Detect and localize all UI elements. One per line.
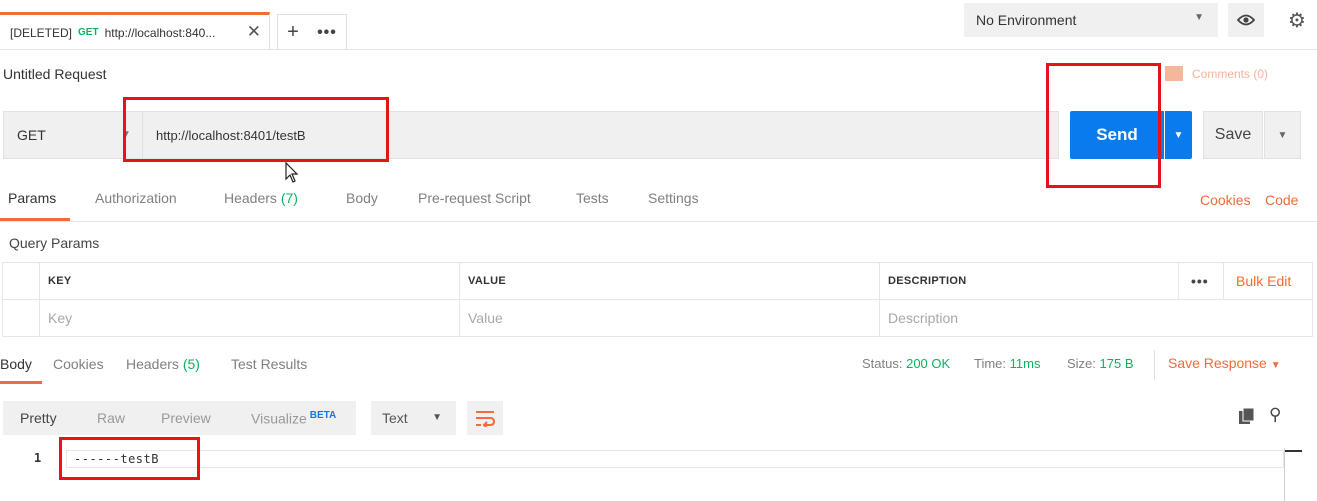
tab-deleted-prefix: [DELETED]: [10, 25, 73, 40]
copy-icon[interactable]: [1238, 407, 1256, 425]
more-tabs-icon[interactable]: •••: [317, 24, 337, 42]
chevron-down-icon: ▼: [1270, 360, 1281, 371]
code-line-highlight: [66, 450, 1284, 468]
url-input[interactable]: http://localhost:8401/testB: [143, 111, 1059, 159]
column-divider: [1223, 263, 1224, 299]
tab-label: http://localhost:840...: [104, 25, 216, 40]
status-label: Status:: [862, 356, 903, 371]
value-input[interactable]: Value: [460, 299, 879, 336]
response-tab-cookies[interactable]: Cookies: [53, 356, 104, 372]
mouse-cursor-icon: [285, 162, 299, 183]
column-key: KEY: [48, 275, 72, 287]
wrap-lines-button[interactable]: [467, 401, 503, 435]
method-value: GET: [17, 127, 46, 143]
column-divider: [1178, 263, 1179, 299]
new-tab-controls: + •••: [277, 14, 347, 50]
method-select[interactable]: GET ▼: [3, 111, 143, 159]
tab-headers-label: Headers: [224, 190, 277, 206]
code-link[interactable]: Code: [1265, 192, 1298, 208]
format-visualize-label: Visualize: [251, 410, 307, 427]
gear-icon: ⚙: [1288, 9, 1306, 32]
environment-select[interactable]: No Environment ▼: [964, 3, 1218, 37]
format-visualize[interactable]: Visualize BETA: [251, 410, 336, 427]
search-icon[interactable]: ⚲: [1269, 405, 1281, 425]
response-tab-headers-label: Headers: [126, 356, 179, 372]
tab-params[interactable]: Params: [8, 190, 56, 206]
eye-icon: [1237, 14, 1255, 26]
chevron-down-icon: ▼: [432, 412, 442, 423]
time-value: 11ms: [1009, 356, 1041, 371]
key-input[interactable]: Key: [40, 299, 459, 336]
environment-selected-value: No Environment: [976, 12, 1077, 28]
save-response-label: Save Response: [1168, 355, 1267, 371]
size-value: 175 B: [1099, 356, 1134, 371]
response-headers-count: (5): [182, 356, 200, 372]
size-label: Size:: [1067, 356, 1096, 371]
editor-scrollbar[interactable]: [1284, 448, 1302, 501]
save-response-button[interactable]: Save Response ▼: [1168, 355, 1281, 371]
time-label: Time:: [974, 356, 1007, 371]
chevron-down-icon: ▼: [121, 129, 131, 140]
headers-count: (7): [280, 190, 298, 206]
params-more-icon[interactable]: •••: [1183, 263, 1209, 299]
close-tab-icon[interactable]: ✕: [247, 22, 261, 42]
tab-authorization[interactable]: Authorization: [95, 190, 177, 206]
response-format-select[interactable]: Text ▼: [371, 401, 456, 435]
tab-headers[interactable]: Headers (7): [224, 190, 298, 206]
chevron-down-icon: ▼: [1194, 12, 1204, 23]
format-preview[interactable]: Preview: [161, 410, 211, 426]
comments-link[interactable]: Comments (0): [1165, 66, 1268, 81]
format-select-value: Text: [382, 410, 408, 426]
chevron-down-icon: ▼: [1277, 129, 1288, 141]
bulk-edit-link[interactable]: Bulk Edit: [1228, 263, 1291, 299]
line-number: 1: [34, 451, 42, 465]
tab-body[interactable]: Body: [346, 190, 378, 206]
comment-icon: [1165, 66, 1183, 81]
tab-pre-request-script[interactable]: Pre-request Script: [418, 190, 531, 206]
active-response-tab-indicator: [0, 381, 42, 384]
settings-gear-button[interactable]: ⚙: [1282, 3, 1312, 37]
request-title: Untitled Request: [3, 66, 107, 82]
column-description: DESCRIPTION: [888, 275, 967, 287]
comments-label: Comments (0): [1192, 66, 1269, 81]
format-raw[interactable]: Raw: [97, 410, 125, 426]
column-value: VALUE: [468, 275, 506, 287]
response-tab-test-results[interactable]: Test Results: [231, 356, 307, 372]
response-tabs: Body Cookies Headers (5) Test Results St…: [0, 350, 1317, 386]
save-options-button[interactable]: ▼: [1264, 111, 1301, 159]
description-input[interactable]: Description: [880, 299, 1310, 336]
environment-quick-look-button[interactable]: [1228, 3, 1264, 37]
time-info: Time: 11ms: [974, 356, 1040, 371]
wrap-lines-icon: [476, 411, 496, 427]
response-body-editor[interactable]: 1 ------testB: [0, 448, 1317, 501]
url-value: http://localhost:8401/testB: [156, 127, 306, 143]
new-tab-icon[interactable]: +: [287, 21, 299, 44]
chevron-down-icon: ▼: [1173, 129, 1184, 141]
send-options-button[interactable]: ▼: [1165, 111, 1192, 159]
params-table-row: Key Value Description: [2, 299, 1313, 337]
status-value: 200 OK: [906, 356, 951, 371]
response-tab-body[interactable]: Body: [0, 356, 32, 372]
request-tab-active[interactable]: [DELETED] GET http://localhost:840... ✕: [0, 12, 270, 50]
save-button[interactable]: Save: [1203, 111, 1263, 159]
tabs-divider: [0, 221, 1317, 222]
tab-method-badge: GET: [78, 27, 99, 38]
send-button[interactable]: Send: [1070, 111, 1164, 159]
response-body-text: ------testB: [74, 452, 159, 466]
response-tab-headers[interactable]: Headers (5): [126, 356, 200, 372]
tab-settings[interactable]: Settings: [648, 190, 699, 206]
format-pretty[interactable]: Pretty: [20, 410, 57, 426]
tab-tests[interactable]: Tests: [576, 190, 609, 206]
tab-divider: [0, 49, 1317, 50]
request-tabs: Params Authorization Headers (7) Body Pr…: [0, 190, 1317, 222]
format-tabs: Pretty Raw Preview Visualize BETA: [3, 401, 356, 435]
size-info: Size: 175 B: [1067, 356, 1134, 371]
beta-badge: BETA: [309, 410, 337, 421]
query-params-title: Query Params: [9, 235, 100, 251]
params-table-header: KEY VALUE DESCRIPTION ••• Bulk Edit: [2, 262, 1313, 300]
cookies-link[interactable]: Cookies: [1200, 192, 1251, 208]
divider: [1154, 350, 1155, 380]
status-info: Status: 200 OK: [862, 356, 950, 371]
